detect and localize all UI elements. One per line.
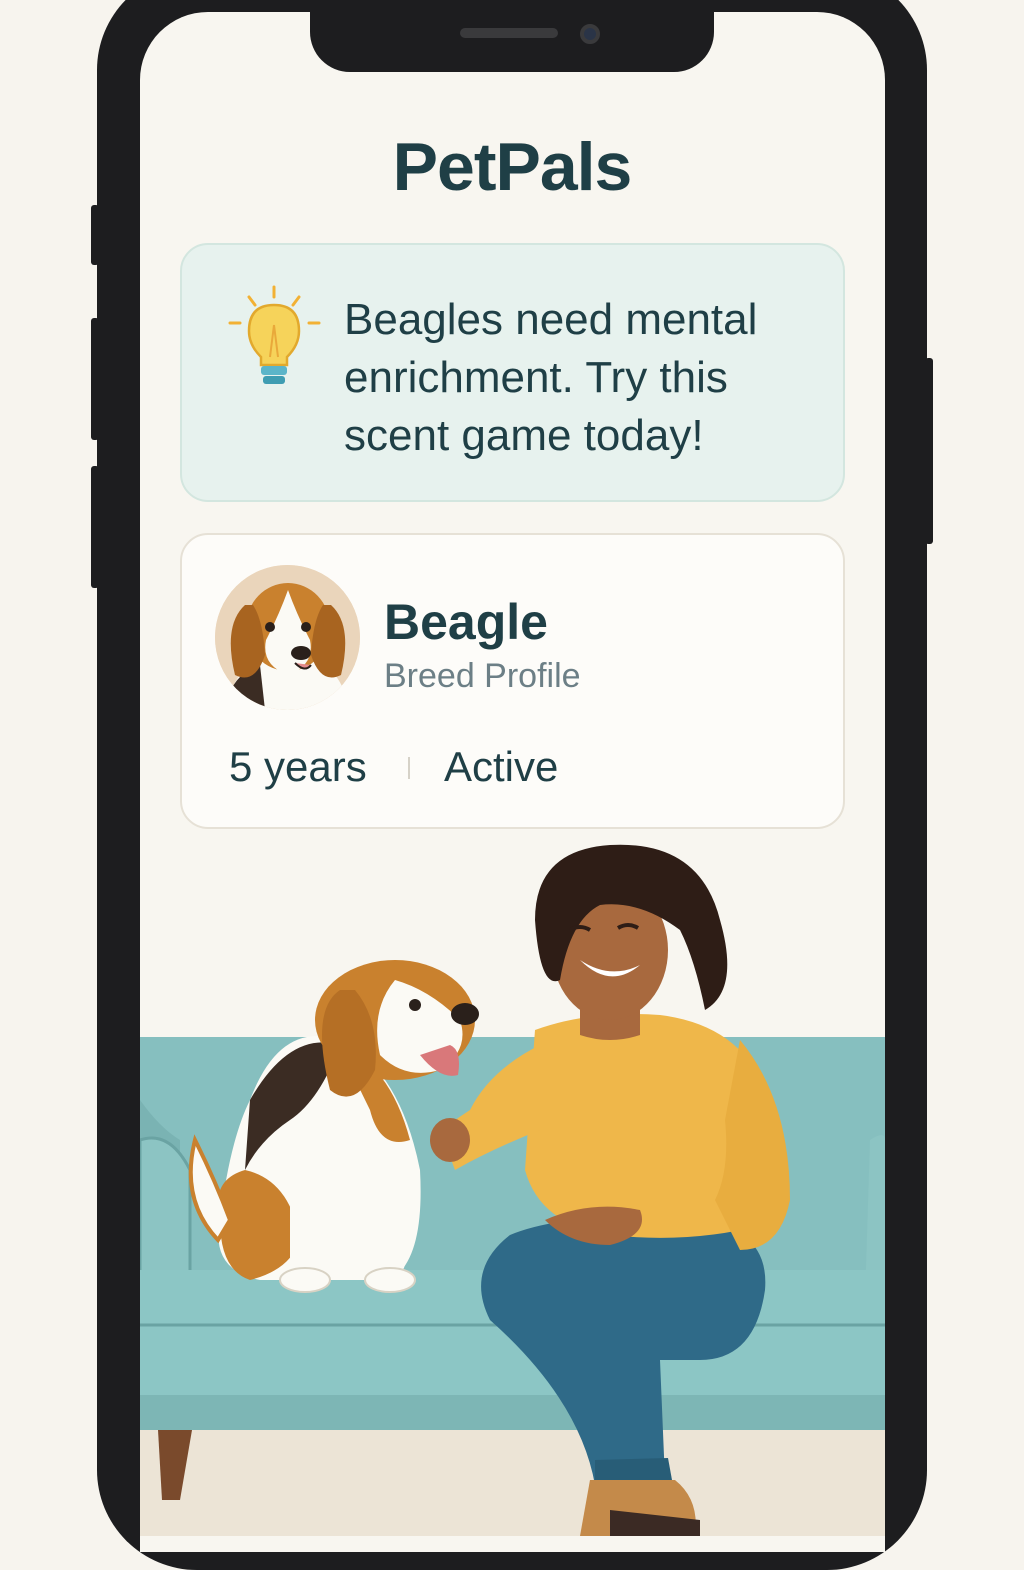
earpiece-speaker (460, 28, 558, 38)
beagle-portrait-icon (215, 565, 360, 710)
owner-with-beagle-illustration (140, 840, 885, 1536)
breed-subtitle: Breed Profile (384, 657, 581, 695)
app-title: PetPals (392, 129, 633, 205)
volume-up-button (91, 318, 99, 440)
breed-name: Beagle (384, 594, 548, 650)
beagle-avatar (215, 565, 360, 710)
front-camera (580, 24, 600, 44)
age-stat: 5 years (229, 743, 367, 790)
activity-stat: Active (444, 743, 559, 790)
volume-down-button (91, 466, 99, 588)
stat-divider (408, 757, 410, 779)
phone-notch (310, 0, 714, 72)
enrichment-tip-card[interactable]: Beagles need mental enrichment. Try this… (180, 243, 845, 502)
breed-profile-card[interactable]: Beagle Breed Profile 5 years Active (180, 533, 845, 829)
tip-message: Beagles need mental enrichment. Try this… (344, 295, 758, 460)
mute-switch (91, 205, 99, 265)
lightbulb-icon (228, 285, 321, 384)
power-button (925, 358, 933, 544)
